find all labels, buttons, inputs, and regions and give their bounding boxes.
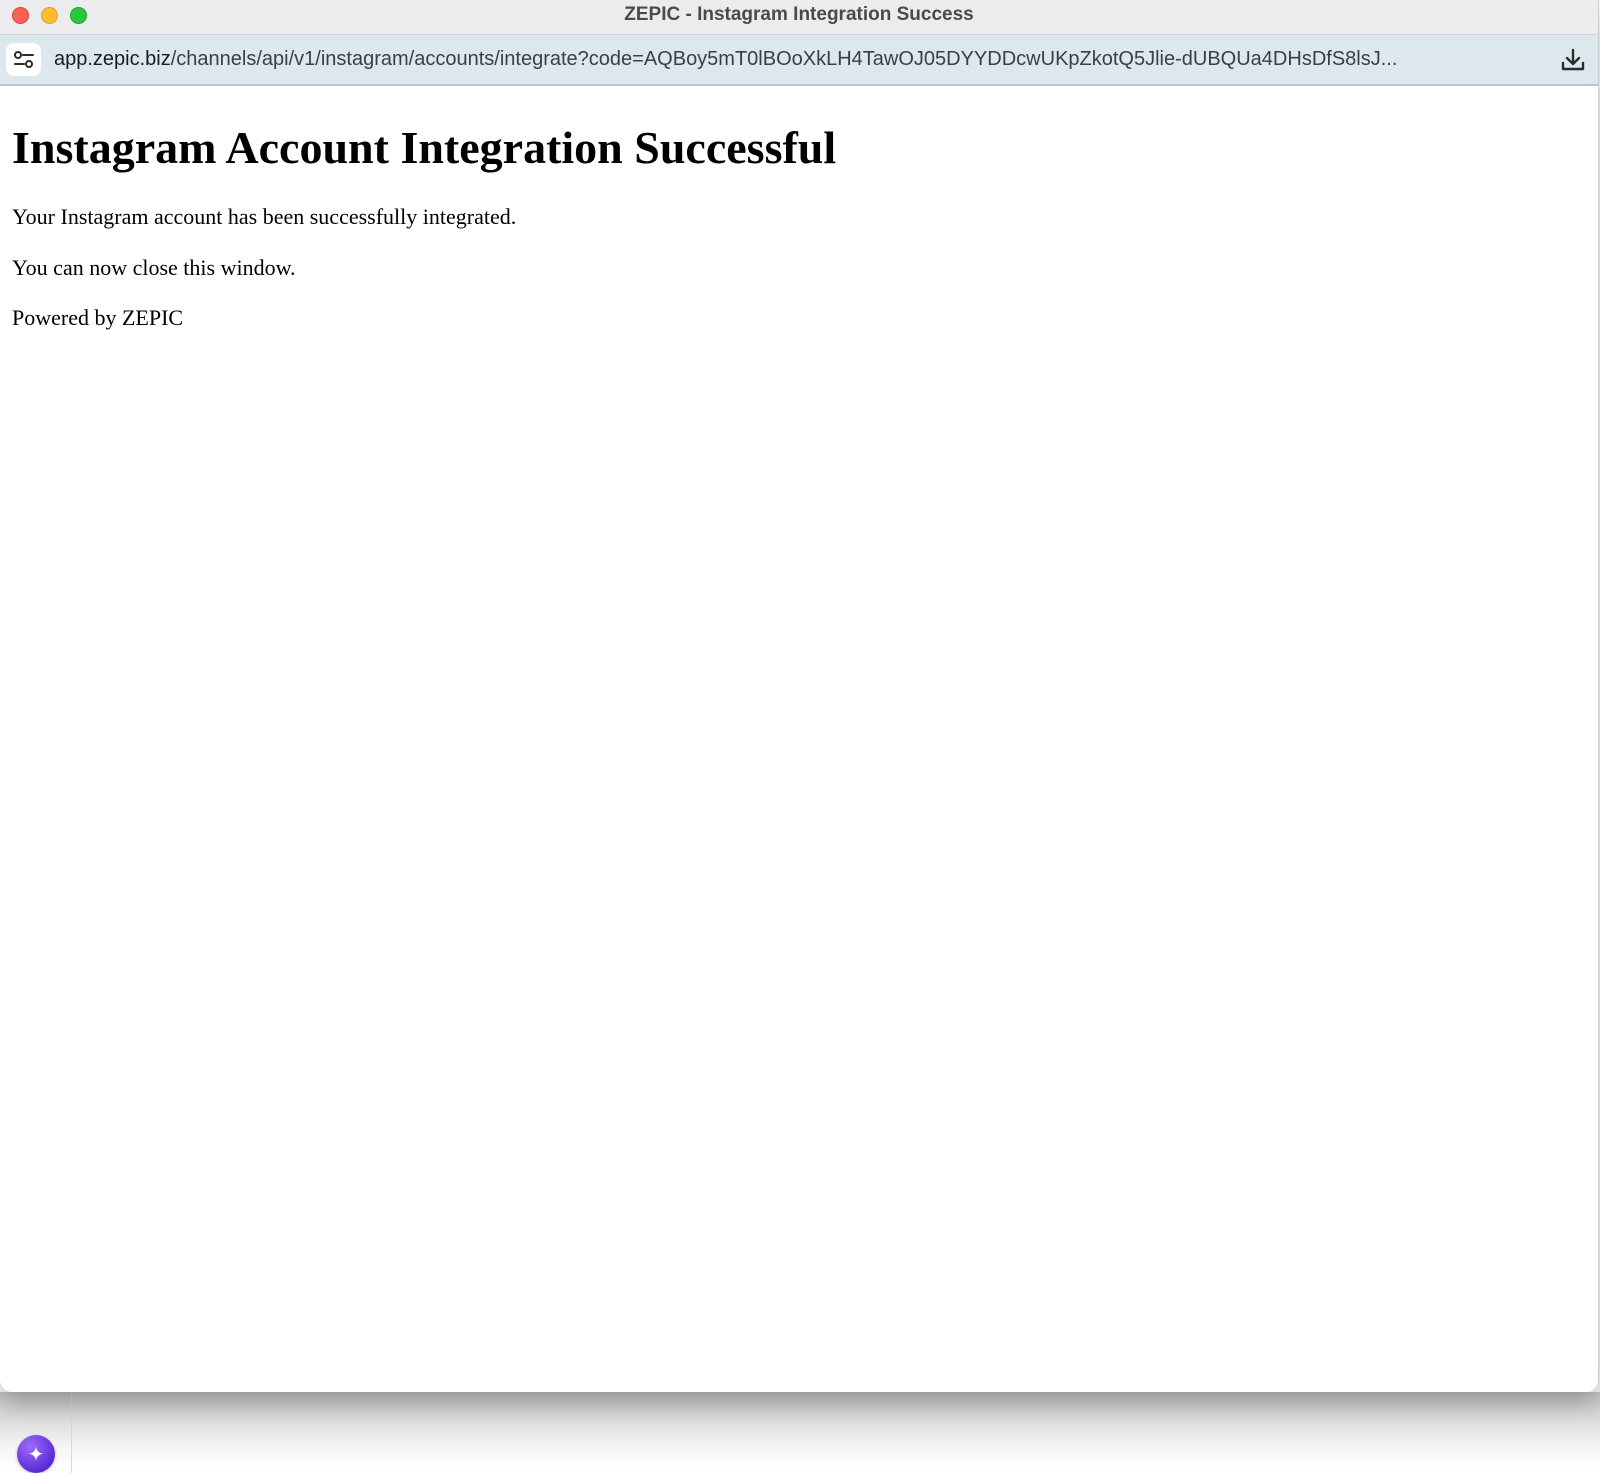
- url-host: app.zepic.biz: [54, 48, 171, 70]
- window-title: ZEPIC - Instagram Integration Success: [624, 4, 974, 25]
- assistant-button[interactable]: ✦: [17, 1435, 55, 1473]
- page-content: Instagram Account Integration Successful…: [0, 120, 1598, 333]
- page-title: Instagram Account Integration Successful: [12, 122, 837, 173]
- address-bar: app.zepic.biz/channels/api/v1/instagram/…: [0, 35, 1598, 86]
- powered-by-footer: Powered by ZEPIC: [12, 305, 184, 331]
- window-shadow: [0, 1392, 1600, 1473]
- url-path: /channels/api/v1/instagram/accounts/inte…: [170, 48, 1398, 70]
- url-field[interactable]: app.zepic.biz/channels/api/v1/instagram/…: [54, 35, 1514, 84]
- title-bar: ZEPIC - Instagram Integration Success: [0, 0, 1598, 35]
- browser-window: ZEPIC - Instagram Integration Success ap…: [0, 0, 1599, 1392]
- sparkle-icon: ✦: [27, 1443, 45, 1466]
- close-instruction: You can now close this window.: [12, 254, 296, 280]
- background-divider: [71, 1392, 72, 1473]
- success-message: Your Instagram account has been successf…: [12, 204, 517, 230]
- site-settings-button[interactable]: [6, 43, 41, 76]
- download-icon: [1561, 48, 1585, 71]
- download-button[interactable]: [1558, 45, 1588, 75]
- tune-icon: [13, 50, 34, 68]
